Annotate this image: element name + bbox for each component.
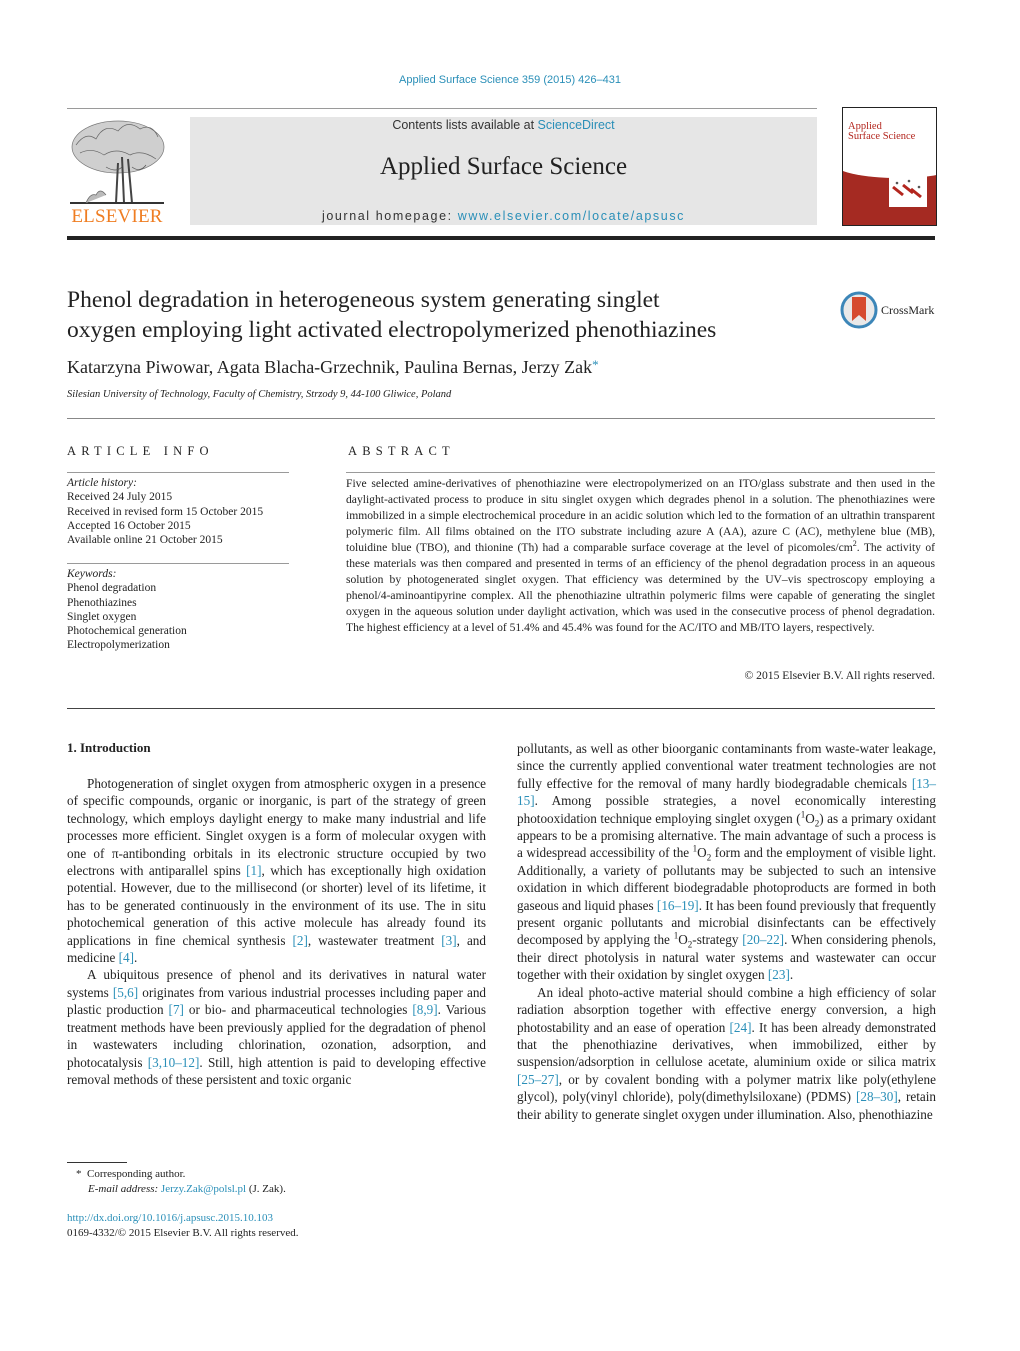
body-column-right: pollutants, as well as other bioorganic … bbox=[517, 740, 936, 1123]
citation-link[interactable]: [5,6] bbox=[113, 985, 138, 1000]
intro-paragraph-3: An ideal photo-active material should co… bbox=[517, 984, 937, 1122]
keyword-item: Photochemical generation bbox=[67, 625, 187, 638]
superscript: 1 bbox=[800, 809, 806, 820]
contents-line: Contents lists available at ScienceDirec… bbox=[190, 118, 817, 132]
citation-link[interactable]: [2] bbox=[292, 933, 307, 948]
homepage-line: journal homepage: www.elsevier.com/locat… bbox=[190, 209, 817, 223]
article-info-rule bbox=[67, 472, 289, 473]
sciencedirect-link[interactable]: ScienceDirect bbox=[538, 118, 615, 132]
citation-link[interactable]: [1] bbox=[246, 863, 261, 878]
journal-homepage-link[interactable]: www.elsevier.com/locate/apsusc bbox=[458, 209, 685, 223]
article-history: Article history: Received 24 July 2015 R… bbox=[67, 476, 297, 547]
cover-title: Applied Surface Science bbox=[848, 121, 916, 142]
history-label: Article history: bbox=[67, 477, 137, 489]
body-column-left: Photogeneration of singlet oxygen from a… bbox=[67, 775, 486, 1088]
corresponding-author-marker[interactable]: * bbox=[592, 357, 599, 372]
intro-paragraph-2-start: A ubiquitous presence of phenol and its … bbox=[67, 967, 487, 1087]
footnote-corresponding-text: Corresponding author. bbox=[87, 1168, 186, 1180]
body-rule bbox=[67, 708, 935, 709]
abstract-copyright: © 2015 Elsevier B.V. All rights reserved… bbox=[744, 669, 935, 682]
subscript: 2 bbox=[706, 853, 712, 864]
keywords-label: Keywords: bbox=[67, 568, 117, 580]
history-revised: Received in revised form 15 October 2015 bbox=[67, 505, 264, 518]
doi-link[interactable]: http://dx.doi.org/10.1016/j.apsusc.2015.… bbox=[67, 1212, 273, 1224]
crossmark-label[interactable]: CrossMark bbox=[881, 303, 934, 318]
citation-link[interactable]: [23] bbox=[768, 967, 790, 982]
abstract-heading: ABSTRACT bbox=[348, 444, 455, 458]
citation-link[interactable]: [24] bbox=[730, 1020, 752, 1035]
keyword-item: Phenol degradation bbox=[67, 582, 157, 595]
superscript: 1 bbox=[673, 931, 679, 942]
subscript: 2 bbox=[687, 940, 693, 951]
article-info-heading: ARTICLE INFO bbox=[67, 444, 214, 458]
citation-link[interactable]: [8,9] bbox=[412, 1002, 437, 1017]
journal-citation-link[interactable]: Applied Surface Science 359 (2015) 426–4… bbox=[0, 74, 1020, 86]
intro-paragraph-2-cont: pollutants, as well as other bioorganic … bbox=[517, 741, 937, 983]
journal-cover-thumbnail[interactable]: Applied Surface Science bbox=[842, 107, 937, 226]
journal-title: Applied Surface Science bbox=[379, 153, 628, 180]
authors-text: Katarzyna Piwowar, Agata Blacha-Grzechni… bbox=[67, 357, 593, 377]
homepage-prefix: journal homepage: bbox=[321, 209, 458, 223]
keyword-item: Phenothiazines bbox=[67, 596, 137, 609]
keywords-rule bbox=[67, 563, 289, 564]
cover-molecule-image-icon bbox=[889, 175, 927, 207]
citation-link[interactable]: [28–30] bbox=[856, 1089, 898, 1104]
abstract-part-1: Five selected amine-derivatives of pheno… bbox=[346, 477, 935, 554]
section-heading-introduction: 1. Introduction bbox=[67, 740, 151, 755]
history-online: Available online 21 October 2015 bbox=[67, 534, 223, 547]
issn-copyright: 0169-4332/© 2015 Elsevier B.V. All right… bbox=[67, 1226, 299, 1239]
history-received: Received 24 July 2015 bbox=[67, 491, 173, 504]
abstract-part-2: . The activity of these materials was th… bbox=[346, 541, 935, 634]
elsevier-wordmark: ELSEVIER bbox=[71, 206, 163, 227]
affiliation: Silesian University of Technology, Facul… bbox=[67, 389, 452, 400]
footnote-mark: * bbox=[76, 1168, 82, 1180]
cover-title-line2: Surface Science bbox=[848, 131, 916, 142]
journal-masthead: Contents lists available at ScienceDirec… bbox=[190, 117, 817, 225]
corresponding-footnote: * Corresponding author. bbox=[76, 1167, 286, 1182]
author-email-link[interactable]: Jerzy.Zak@polsl.pl bbox=[161, 1183, 246, 1195]
header-rule bbox=[67, 108, 817, 109]
citation-link[interactable]: [20–22] bbox=[742, 932, 784, 947]
keyword-item: Singlet oxygen bbox=[67, 610, 137, 623]
footnote: * Corresponding author. E-mail address: … bbox=[76, 1167, 286, 1196]
citation-link[interactable]: [7] bbox=[169, 1002, 184, 1017]
abstract-body: Five selected amine-derivatives of pheno… bbox=[346, 476, 935, 636]
email-suffix: (J. Zak). bbox=[246, 1182, 286, 1195]
citation-link[interactable]: [16–19] bbox=[657, 898, 699, 913]
abstract-rule bbox=[346, 472, 935, 473]
doi-block: http://dx.doi.org/10.1016/j.apsusc.2015.… bbox=[67, 1211, 299, 1240]
footnote-rule bbox=[67, 1162, 127, 1163]
email-footnote: E-mail address: Jerzy.Zak@polsl.pl (J. Z… bbox=[76, 1182, 286, 1197]
subscript: 2 bbox=[814, 818, 820, 829]
author-list: Katarzyna Piwowar, Agata Blacha-Grzechni… bbox=[67, 357, 599, 378]
masthead-thick-rule bbox=[67, 236, 935, 240]
title-line-1: Phenol degradation in heterogeneous syst… bbox=[67, 287, 660, 313]
history-accepted: Accepted 16 October 2015 bbox=[67, 519, 191, 532]
keywords-block: Keywords: Phenol degradation Phenothiazi… bbox=[67, 567, 297, 653]
superscript: 1 bbox=[692, 844, 698, 855]
email-label: E-mail address: bbox=[88, 1182, 159, 1195]
citation-link[interactable]: [25–27] bbox=[517, 1072, 559, 1087]
keyword-item: Electropolymerization bbox=[67, 639, 170, 652]
citation-link[interactable]: [3,10–12] bbox=[148, 1055, 200, 1070]
affiliation-rule bbox=[67, 418, 935, 419]
contents-prefix: Contents lists available at bbox=[392, 118, 538, 132]
paper-title: Phenol degradation in heterogeneous syst… bbox=[67, 285, 827, 345]
crossmark-icon bbox=[840, 291, 878, 329]
title-line-2: oxygen employing light activated electro… bbox=[67, 317, 717, 343]
intro-paragraph-1: Photogeneration of singlet oxygen from a… bbox=[67, 776, 486, 966]
citation-link[interactable]: [3] bbox=[441, 933, 456, 948]
citation-link[interactable]: [13–15] bbox=[517, 776, 936, 808]
citation-link[interactable]: [4] bbox=[119, 950, 134, 965]
